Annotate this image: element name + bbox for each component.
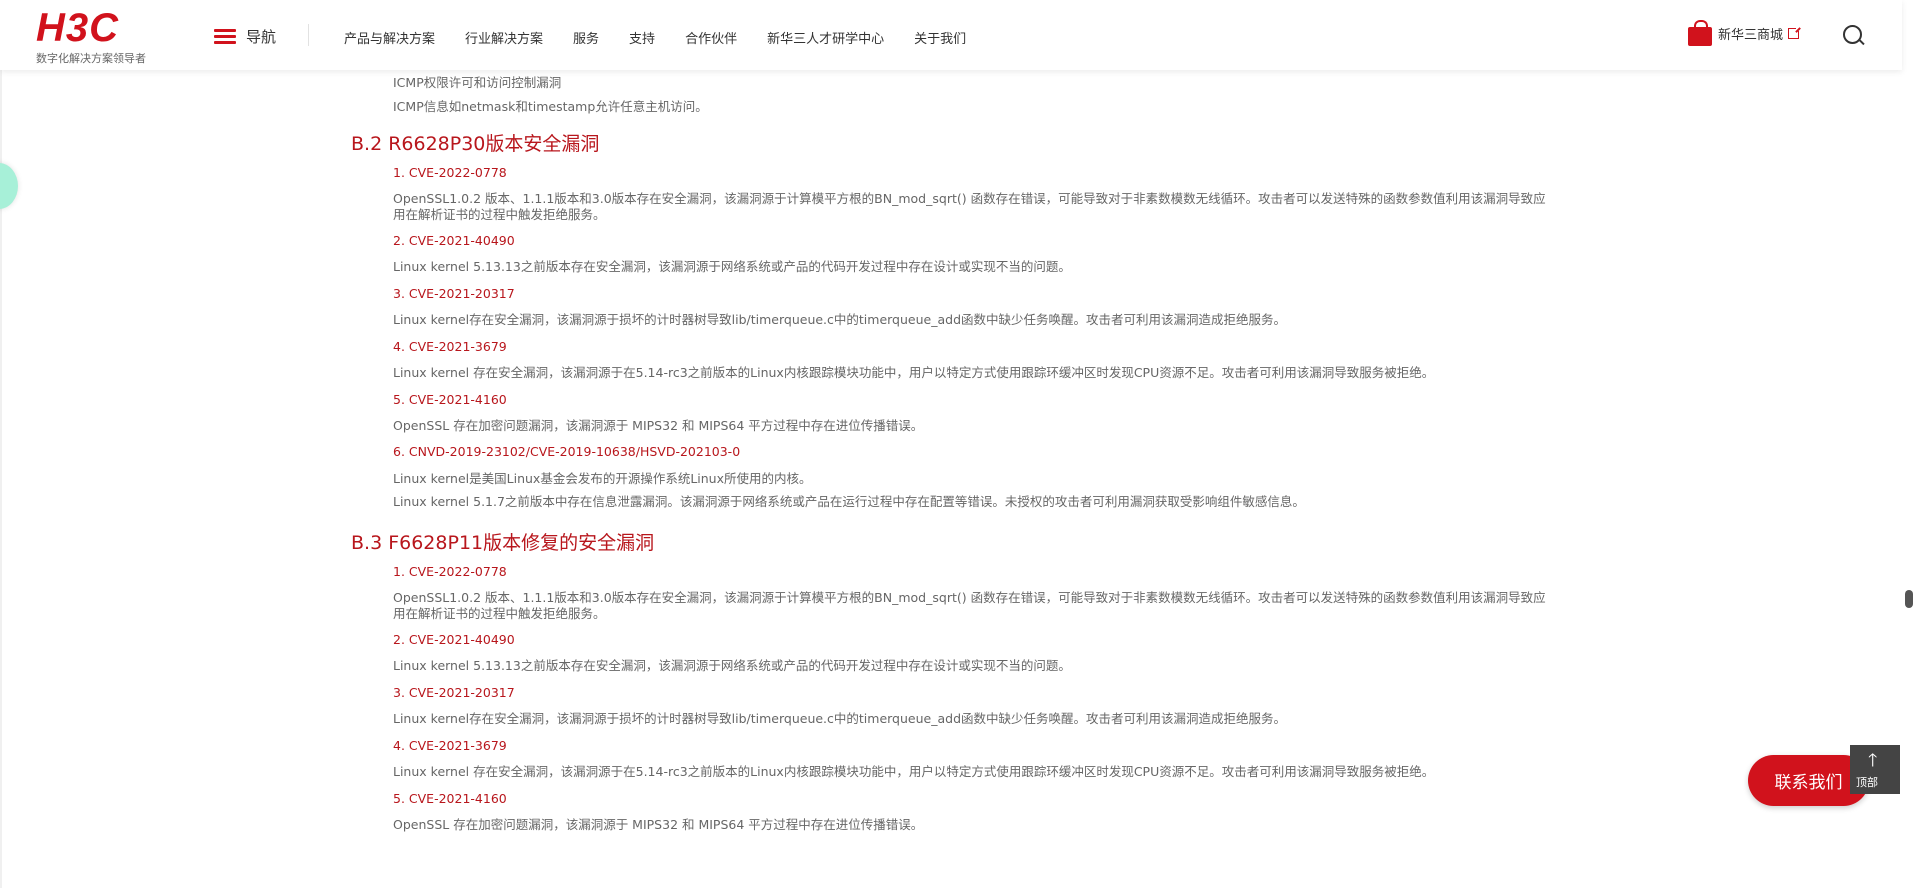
cve-description: OpenSSL 存在加密问题漏洞，该漏洞源于 MIPS32 和 MIPS64 平… bbox=[393, 817, 924, 832]
shop-link[interactable]: 新华三商城 bbox=[1688, 20, 1802, 46]
side-float-tab[interactable] bbox=[0, 163, 18, 209]
cve-title: 4. CVE-2021-3679 bbox=[393, 738, 507, 753]
cve-description: OpenSSL1.0.2 版本、1.1.1版本和3.0版本存在安全漏洞，该漏洞源… bbox=[393, 191, 1546, 222]
logo-text: H3C bbox=[36, 6, 120, 50]
menu-item-partners[interactable]: 合作伙伴 bbox=[685, 28, 737, 47]
cve-description: Linux kernel存在安全漏洞，该漏洞源于损坏的计时器树导致lib/tim… bbox=[393, 711, 1287, 726]
vertical-scrollbar[interactable] bbox=[1902, 0, 1919, 888]
site-header: H3C 数字化解决方案领导者 导航 产品与解决方案 行业解决方案 服务 支持 合… bbox=[0, 0, 1902, 70]
shop-label: 新华三商城 bbox=[1718, 27, 1784, 43]
hamburger-icon bbox=[214, 28, 236, 45]
cve-description: Linux kernel 5.13.13之前版本存在安全漏洞，该漏洞源于网络系统… bbox=[393, 658, 1071, 673]
external-link-icon bbox=[1788, 25, 1802, 39]
section-heading-b3: B.3 F6628P11版本修复的安全漏洞 bbox=[351, 532, 655, 554]
nav-divider bbox=[308, 24, 309, 46]
logo-tagline: 数字化解决方案领导者 bbox=[36, 52, 146, 65]
cve-description: Linux kernel存在安全漏洞，该漏洞源于损坏的计时器树导致lib/tim… bbox=[393, 312, 1287, 327]
cve-description: Linux kernel 存在安全漏洞，该漏洞源于在5.14-rc3之前版本的L… bbox=[393, 365, 1435, 380]
cve-description: Linux kernel 5.13.13之前版本存在安全漏洞，该漏洞源于网络系统… bbox=[393, 259, 1071, 274]
nav-label: 导航 bbox=[246, 28, 277, 46]
arrow-up-icon: 🡑 bbox=[1868, 750, 1878, 771]
text-line: ICMP权限许可和访问控制漏洞 bbox=[393, 75, 562, 90]
back-to-top-button[interactable]: 🡑 顶部 bbox=[1850, 745, 1900, 794]
cve-title: 2. CVE-2021-40490 bbox=[393, 233, 515, 248]
text-line: ICMP信息如netmask和timestamp允许任意主机访问。 bbox=[393, 99, 708, 114]
nav-menu-toggle[interactable]: 导航 bbox=[214, 26, 276, 47]
cve-description: Linux kernel 5.1.7之前版本中存在信息泄露漏洞。该漏洞源于网络系… bbox=[393, 494, 1305, 509]
cve-title: 5. CVE-2021-4160 bbox=[393, 791, 507, 806]
cve-description: Linux kernel 存在安全漏洞，该漏洞源于在5.14-rc3之前版本的L… bbox=[393, 764, 1435, 779]
h3c-logo[interactable]: H3C 数字化解决方案领导者 bbox=[36, 6, 166, 65]
search-icon[interactable] bbox=[1843, 25, 1865, 47]
scrollbar-thumb[interactable] bbox=[1905, 590, 1913, 608]
menu-item-service[interactable]: 服务 bbox=[573, 28, 599, 47]
main-menu: 产品与解决方案 行业解决方案 服务 支持 合作伙伴 新华三人才研学中心 关于我们 bbox=[344, 28, 996, 47]
cve-description: Linux kernel是美国Linux基金会发布的开源操作系统Linux所使用… bbox=[393, 471, 812, 486]
menu-item-industry[interactable]: 行业解决方案 bbox=[465, 28, 543, 47]
cve-title: 5. CVE-2021-4160 bbox=[393, 392, 507, 407]
menu-item-about[interactable]: 关于我们 bbox=[914, 28, 966, 47]
cve-title: 3. CVE-2021-20317 bbox=[393, 286, 515, 301]
cve-description: OpenSSL1.0.2 版本、1.1.1版本和3.0版本存在安全漏洞，该漏洞源… bbox=[393, 590, 1546, 621]
section-heading-b2: B.2 R6628P30版本安全漏洞 bbox=[351, 133, 600, 155]
back-to-top-label: 顶部 bbox=[1856, 776, 1878, 789]
cve-title: 1. CVE-2022-0778 bbox=[393, 564, 507, 579]
cve-title: 1. CVE-2022-0778 bbox=[393, 165, 507, 180]
shopping-bag-icon bbox=[1688, 20, 1712, 46]
menu-item-talent-center[interactable]: 新华三人才研学中心 bbox=[767, 28, 884, 47]
cve-title: 4. CVE-2021-3679 bbox=[393, 339, 507, 354]
menu-item-products[interactable]: 产品与解决方案 bbox=[344, 28, 435, 47]
cve-title: 6. CNVD-2019-23102/CVE-2019-10638/HSVD-2… bbox=[393, 444, 741, 459]
menu-item-support[interactable]: 支持 bbox=[629, 28, 655, 47]
cve-description: OpenSSL 存在加密问题漏洞，该漏洞源于 MIPS32 和 MIPS64 平… bbox=[393, 418, 924, 433]
cve-title: 3. CVE-2021-20317 bbox=[393, 685, 515, 700]
cve-title: 2. CVE-2021-40490 bbox=[393, 632, 515, 647]
